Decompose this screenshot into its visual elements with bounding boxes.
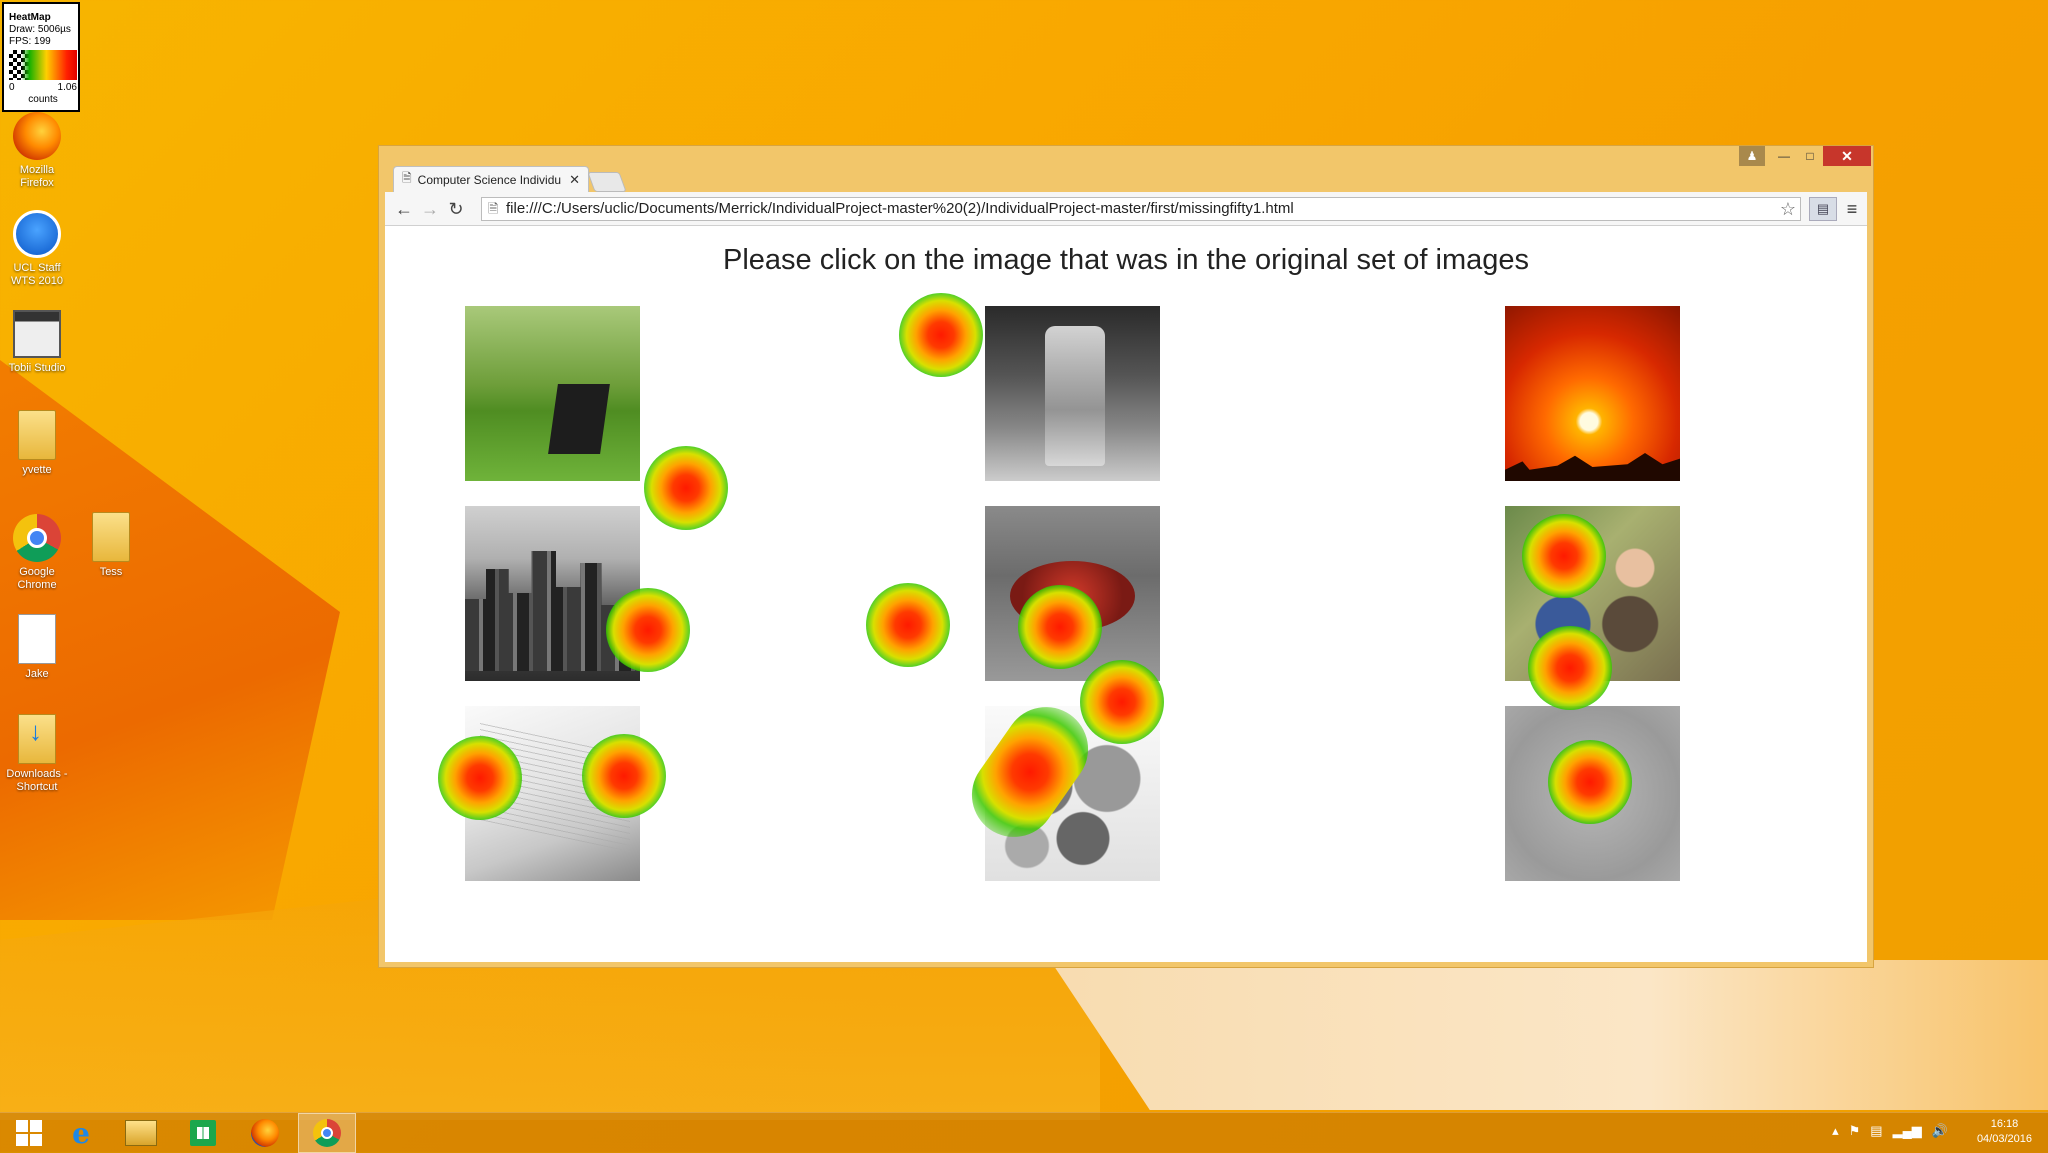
- taskbar-chrome[interactable]: [298, 1113, 356, 1153]
- maximize-button[interactable]: □: [1797, 146, 1823, 166]
- forward-button[interactable]: →: [419, 198, 441, 220]
- tab-active[interactable]: 🗎 Computer Science Individu ✕: [393, 166, 589, 192]
- close-window-button[interactable]: ✕: [1823, 146, 1871, 166]
- volume-icon[interactable]: 🔊: [1932, 1123, 1948, 1139]
- taskbar-store[interactable]: [174, 1113, 232, 1153]
- address-bar[interactable]: 🗎 file:///C:/Users/uclic/Documents/Merri…: [481, 197, 1801, 221]
- desktop-icon-tess[interactable]: Tess: [78, 512, 144, 579]
- browser-menu-button[interactable]: ≡: [1841, 198, 1863, 220]
- page-icon: 🗎: [488, 201, 499, 216]
- image-option-laptop[interactable]: [465, 306, 640, 481]
- back-button[interactable]: ←: [393, 198, 415, 220]
- heatmap-scale-max: 1.06: [57, 82, 77, 93]
- tab-title: Computer Science Individu: [417, 172, 562, 187]
- desktop-icon-yvette[interactable]: yvette: [4, 410, 70, 477]
- desktop-icon-label: UCL Staff WTS 2010: [11, 262, 63, 287]
- show-hidden-icons-chevron-icon[interactable]: ▴: [1832, 1123, 1839, 1139]
- maximize-icon: □: [1806, 149, 1814, 163]
- clock-date: 04/03/2016: [1976, 1133, 2032, 1145]
- desktop-icon-firefox[interactable]: Mozilla Firefox: [4, 112, 70, 190]
- desktop-icon-tobii-studio[interactable]: Tobii Studio: [4, 310, 70, 375]
- ucl-icon: [13, 210, 61, 258]
- heatmap-legend-title: HeatMap: [9, 12, 51, 23]
- desktop-icon-label: Downloads - Shortcut: [6, 768, 68, 793]
- desktop-icon-downloads-shortcut[interactable]: Downloads - Shortcut: [4, 714, 70, 794]
- arrow-left-icon: ←: [395, 199, 413, 219]
- file-explorer-icon: [125, 1120, 157, 1146]
- browser-window: ♟ — □ ✕ 🗎 Computer Science Individu ✕ ← …: [378, 145, 1874, 968]
- heatmap-legend: HeatMap Draw: 5006µs FPS: 199 0 1.06 cou…: [2, 2, 80, 112]
- image-option-jars[interactable]: [985, 306, 1160, 481]
- store-icon: [190, 1120, 216, 1146]
- close-icon: ✕: [1841, 147, 1853, 164]
- downloads-folder-icon: [18, 714, 56, 764]
- windows-logo-icon: [16, 1120, 42, 1146]
- tobii-icon: [13, 310, 61, 358]
- desktop-icon-jake[interactable]: Jake: [4, 614, 70, 681]
- document-icon: [18, 614, 56, 664]
- question-text: Please click on the image that was in th…: [723, 244, 1529, 276]
- heatmap-fps: FPS: 199: [9, 36, 51, 47]
- user-icon: ♟: [1746, 149, 1758, 163]
- desktop-icon-label: Tess: [99, 566, 123, 578]
- new-tab-button[interactable]: [587, 172, 627, 192]
- page-viewport: Please click on the image that was in th…: [385, 226, 1867, 962]
- network-signal-icon[interactable]: ▂▄▆: [1893, 1123, 1922, 1139]
- reload-button[interactable]: ↻: [445, 198, 467, 220]
- chrome-icon: [13, 514, 61, 562]
- action-center-flag-icon[interactable]: ⚑: [1849, 1123, 1861, 1139]
- device-icon[interactable]: ▤: [1870, 1123, 1882, 1139]
- heatmap-scale-min: 0: [9, 82, 15, 93]
- heatmap-scale-labels: 0 1.06: [9, 82, 77, 94]
- extension-button[interactable]: ▤: [1809, 197, 1837, 221]
- hamburger-menu-icon: ≡: [1846, 199, 1858, 219]
- tab-close-icon[interactable]: ✕: [569, 172, 580, 188]
- firefox-icon: [251, 1119, 279, 1147]
- minimize-button[interactable]: —: [1771, 146, 1797, 166]
- taskbar-clock[interactable]: 16:18 04/03/2016: [1977, 1117, 2032, 1147]
- system-tray: ▴ ⚑ ▤ ▂▄▆ 🔊: [1832, 1123, 1948, 1139]
- taskbar: e ▴ ⚑ ▤ ▂▄▆ 🔊 16:18 04/03/2016: [0, 1112, 2048, 1153]
- image-option-crab[interactable]: [985, 506, 1160, 681]
- folder-icon: [18, 410, 56, 460]
- bookmark-star-icon[interactable]: ☆: [1780, 198, 1796, 220]
- browser-toolbar: ← → ↻ 🗎 file:///C:/Users/uclic/Documents…: [385, 192, 1867, 226]
- extension-icon: ▤: [1816, 201, 1830, 216]
- minimize-icon: —: [1778, 149, 1790, 163]
- page-icon: 🗎: [402, 171, 412, 185]
- image-option-figurines[interactable]: [1505, 506, 1680, 681]
- heatmap-scale-unit: counts: [28, 94, 58, 105]
- taskbar-file-explorer[interactable]: [112, 1113, 170, 1153]
- profile-button[interactable]: ♟: [1739, 146, 1765, 166]
- reload-icon: ↻: [448, 199, 464, 219]
- desktop-icon-label: Tobii Studio: [8, 362, 66, 374]
- taskbar-internet-explorer[interactable]: e: [52, 1113, 110, 1153]
- arrow-right-icon: →: [421, 199, 439, 219]
- window-controls: ♟ — □ ✕: [1739, 146, 1871, 166]
- image-option-beetle[interactable]: [1505, 706, 1680, 881]
- image-option-sunset[interactable]: [1505, 306, 1680, 481]
- internet-explorer-icon: e: [72, 1116, 90, 1150]
- clock-time: 16:18: [1990, 1118, 2019, 1130]
- desktop-icon-label: yvette: [22, 464, 52, 476]
- start-button[interactable]: [0, 1113, 58, 1153]
- firefox-icon: [13, 112, 61, 160]
- desktop-icon-label: Google Chrome: [17, 566, 57, 591]
- taskbar-firefox[interactable]: [236, 1113, 294, 1153]
- chrome-icon: [313, 1119, 341, 1147]
- folder-icon: [92, 512, 130, 562]
- image-option-fruit[interactable]: [985, 706, 1160, 881]
- desktop-background-plane: [1050, 960, 2048, 1110]
- desktop-icon-chrome[interactable]: Google Chrome: [4, 514, 70, 592]
- address-bar-url: file:///C:/Users/uclic/Documents/Merrick…: [506, 200, 1294, 217]
- desktop-icon-label: Jake: [25, 668, 49, 680]
- heatmap-draw-time: Draw: 5006µs: [9, 24, 71, 35]
- image-option-city[interactable]: [465, 506, 640, 681]
- desktop-icon-label: Mozilla Firefox: [19, 164, 55, 189]
- image-option-book[interactable]: [465, 706, 640, 881]
- desktop-icon-ucl-staff[interactable]: UCL Staff WTS 2010: [4, 210, 70, 288]
- heatmap-color-scale: [9, 50, 77, 80]
